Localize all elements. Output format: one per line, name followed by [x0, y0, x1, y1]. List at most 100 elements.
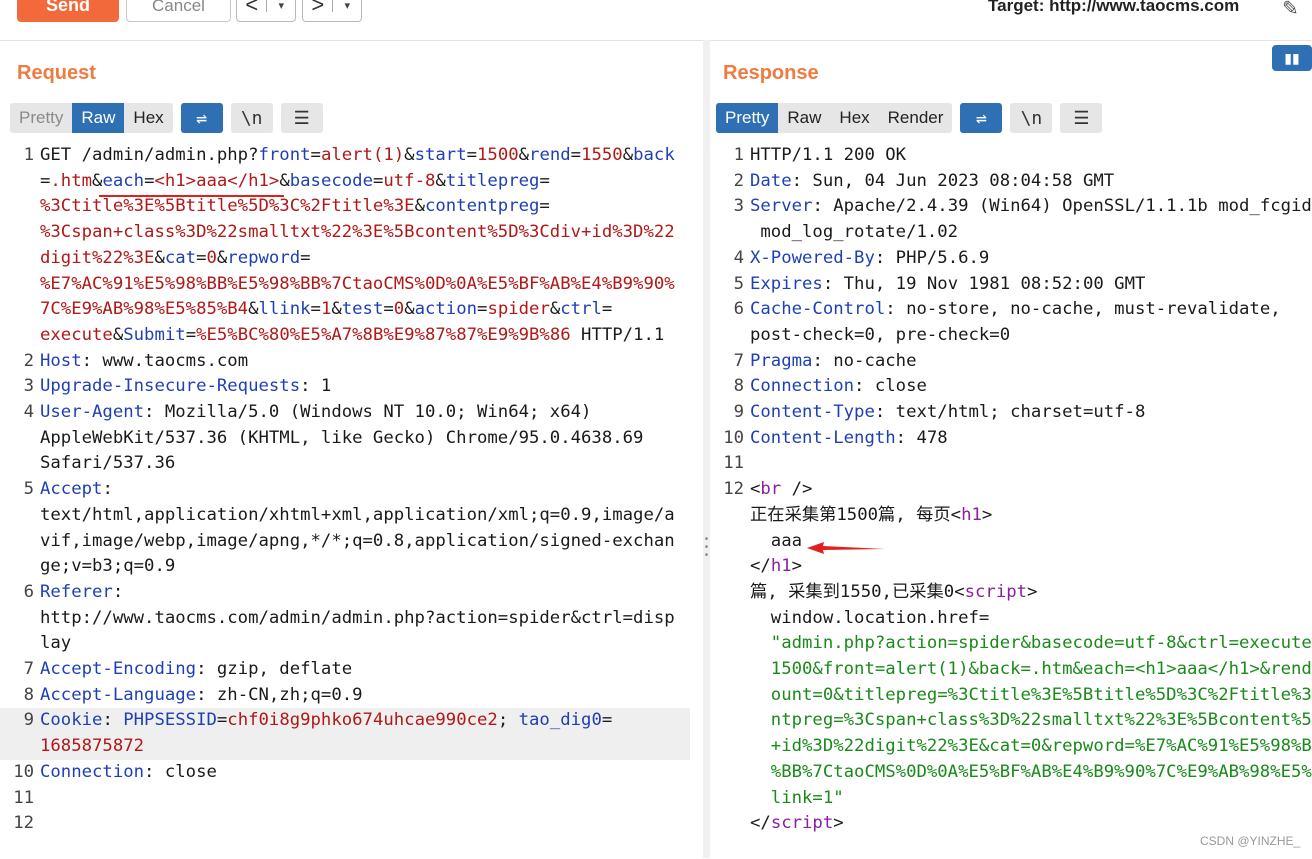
code-token: lay — [40, 633, 72, 654]
line-number: 6 — [733, 299, 744, 320]
line-number — [0, 503, 35, 529]
tab-pretty[interactable]: Pretty — [10, 103, 72, 133]
line-number — [0, 220, 35, 246]
code-line: 正在采集第1500篇, 每页<h1> — [710, 503, 1312, 529]
code-line: 10 Connection: close — [0, 760, 690, 786]
tab-render[interactable]: Render — [879, 103, 953, 133]
forward-button[interactable]: > ▾ — [302, 0, 362, 22]
line-number — [710, 786, 745, 812]
code-token: = — [539, 196, 550, 217]
line-number — [710, 631, 745, 657]
tab-raw[interactable]: Raw — [778, 103, 830, 133]
response-title: Response — [723, 62, 819, 84]
code-line: http://www.taocms.com/admin/admin.php?ac… — [0, 606, 690, 632]
code-token: 7C%E9%AB%98%E5%85%B4 — [40, 299, 249, 320]
menu-icon[interactable]: ☰ — [280, 103, 323, 133]
tab-raw[interactable]: Raw — [72, 103, 125, 133]
code-token: < — [750, 479, 761, 500]
request-editor[interactable]: 1 GET /admin/admin.php?front=alert(1)&sta… — [0, 143, 690, 837]
code-token: %E7%AC%91%E5%98%BB%E5%98%BB%7CtaoCMS%0D%… — [40, 273, 675, 294]
line-number: 7 — [23, 659, 34, 680]
code-token: repword — [227, 247, 301, 268]
line-number: 12 — [13, 813, 34, 834]
code-line: =.htm&each=<h1>aaa</h1>&basecode=utf-8&t… — [0, 169, 690, 195]
code-token: : gzip, deflate — [196, 659, 353, 680]
wrap-lines-icon[interactable]: ⇌ — [180, 103, 223, 133]
line-number — [710, 554, 745, 580]
code-line: 3 Upgrade-Insecure-Requests: 1 — [0, 374, 690, 400]
code-line: </h1> — [710, 554, 1312, 580]
code-token: </ — [750, 813, 771, 834]
line-number: 1 — [23, 145, 34, 165]
code-line: 2 Date: Sun, 04 Jun 2023 08:04:58 GMT — [710, 169, 1312, 195]
code-token: & — [404, 145, 415, 165]
tab-pretty[interactable]: Pretty — [716, 103, 779, 133]
wrap-lines-icon[interactable]: ⇌ — [960, 103, 1003, 133]
code-token: 1500 — [477, 145, 519, 165]
code-line: vif,image/webp,image/apng,*/*;q=0.8,appl… — [0, 529, 690, 555]
line-number: 7 — [733, 350, 744, 371]
code-token: alert(1) — [320, 145, 405, 165]
send-button[interactable]: Send — [17, 0, 119, 22]
code-token: 1 — [320, 299, 332, 320]
response-viewer[interactable]: 1 HTTP/1.1 200 OK 2 Date: Sun, 04 Jun 2023 … — [710, 143, 1312, 837]
response-view-tabs: Pretty Raw Hex Render — [716, 103, 953, 133]
code-token: front — [258, 145, 311, 165]
code-token: .htm — [50, 170, 93, 191]
code-token: Connection — [40, 761, 145, 782]
tab-hex[interactable]: Hex — [830, 103, 878, 133]
code-token: = — [310, 145, 321, 165]
code-token: %3Cspan+class%3D%22smalltxt%22%3E%5Bcont… — [40, 222, 675, 243]
code-token: Submit — [123, 324, 186, 345]
layout-toggle-icon[interactable]: ▮▮ — [1272, 45, 1312, 71]
back-button[interactable]: < ▾ — [236, 0, 296, 22]
code-token: ; — [497, 710, 519, 731]
line-text: digit%22%3E&cat=0&repword= — [35, 246, 311, 272]
tab-hex[interactable]: Hex — [124, 103, 172, 133]
line-text: 篇, 采集到1550,已采集0<script> — [745, 580, 1037, 606]
code-token: ount=0&titlepreg=%3Ctitle%3E%5Btitle%5D%… — [750, 684, 1312, 705]
code-line: link=1" — [710, 786, 1312, 812]
code-line: ge;v=b3;q=0.9 — [0, 554, 690, 580]
line-number: 10 — [723, 427, 744, 448]
code-line: 4 X-Powered-By: PHP/5.6.9 — [710, 246, 1312, 272]
cancel-button[interactable]: Cancel — [126, 0, 231, 22]
code-token: Date — [750, 170, 792, 191]
code-line: 9 Cookie: PHPSESSID=chf0i8g9phko674uhcae9… — [0, 708, 690, 735]
newline-toggle-icon[interactable]: \n — [1010, 103, 1053, 133]
dropdown-icon[interactable]: ▾ — [332, 0, 361, 12]
edit-target-icon[interactable]: ✎ — [1282, 0, 1299, 21]
code-token: start — [414, 145, 467, 165]
line-text: Pragma: no-cache — [745, 349, 916, 375]
code-line: 1 GET /admin/admin.php?front=alert(1)&sta… — [0, 143, 690, 169]
code-token: Safari/537.36 — [40, 453, 176, 474]
pane-divider[interactable] — [703, 40, 710, 858]
code-token: = — [477, 299, 488, 320]
code-token: : Sun, 04 Jun 2023 08:04:58 GMT — [791, 170, 1115, 191]
code-line: 1500&front=alert(1)&back=.htm&each=<h1>a… — [710, 657, 1312, 683]
drag-handle-icon[interactable]: • • • — [703, 535, 710, 561]
line-text: vif,image/webp,image/apng,*/*;q=0.8,appl… — [35, 529, 675, 555]
code-line: "admin.php?action=spider&basecode=utf-8&… — [710, 631, 1312, 657]
line-number: 1 — [733, 145, 744, 165]
code-token: Accept — [40, 479, 103, 500]
code-token: & — [216, 247, 228, 268]
code-token: HTTP/1.1 200 OK — [750, 145, 907, 165]
dropdown-icon[interactable]: ▾ — [266, 0, 295, 12]
menu-icon[interactable]: ☰ — [1060, 103, 1103, 133]
code-line: 9 Content-Type: text/html; charset=utf-8 — [710, 400, 1312, 426]
code-token: contentpreg — [424, 196, 540, 217]
code-token: cat — [164, 247, 197, 268]
line-text: Safari/537.36 — [35, 451, 175, 477]
newline-toggle-icon[interactable]: \n — [230, 103, 273, 133]
code-token: Expires — [750, 273, 823, 294]
line-text: X-Powered-By: PHP/5.6.9 — [745, 246, 989, 272]
code-token: back — [633, 145, 675, 165]
code-token: titlepreg — [445, 170, 540, 191]
line-text: Content-Length: 478 — [745, 426, 948, 452]
line-text: text/html,application/xhtml+xml,applicat… — [35, 503, 675, 529]
code-line: Safari/537.36 — [0, 451, 690, 477]
code-token: ge;v=b3;q=0.9 — [40, 556, 176, 577]
code-line: 8 Accept-Language: zh-CN,zh;q=0.9 — [0, 683, 690, 709]
line-text: %3Ctitle%3E%5Btitle%5D%3C%2Ftitle%3E&con… — [35, 194, 550, 220]
